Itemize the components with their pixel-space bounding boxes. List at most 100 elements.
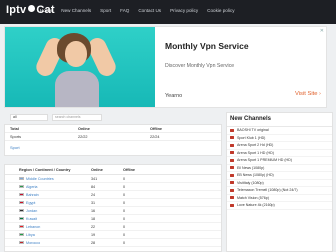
regions-header-row: Region / Continent / Country Online Offl… xyxy=(5,165,221,175)
table-row[interactable]: Jordan 16 0 xyxy=(5,207,221,215)
region-online: 28 xyxy=(91,240,96,245)
region-online: 22 xyxy=(91,224,96,229)
channel-item[interactable]: Sport Klub 1 (HD) xyxy=(227,135,332,142)
region-name: Middle Countries xyxy=(26,176,54,181)
ad-visit-site-link[interactable]: Visit Site › xyxy=(295,91,321,97)
region-name: Egypt xyxy=(26,200,36,205)
table-row[interactable]: Libya 19 0 xyxy=(5,231,221,239)
tv-icon xyxy=(230,188,234,192)
tv-icon xyxy=(230,151,234,155)
stats-row: Sports 22/22 22/24 xyxy=(5,133,221,141)
table-row[interactable]: Kuwait 18 0 xyxy=(5,215,221,223)
region-name: Bahrain xyxy=(26,192,39,197)
nav-contact-us[interactable]: Contact Us xyxy=(138,8,161,13)
stats-header-online: Online xyxy=(78,126,90,131)
stats-header-total: Total xyxy=(10,126,19,131)
region-offline: 0 xyxy=(123,240,126,245)
flag-icon xyxy=(19,208,24,213)
tv-icon xyxy=(230,136,234,140)
flag-icon xyxy=(19,192,24,197)
channel-name: VisitItaly (1080p) xyxy=(237,180,264,185)
channel-name: EB News (1080p) (HD) xyxy=(237,173,274,178)
flag-icon xyxy=(19,216,24,221)
tv-icon xyxy=(230,173,234,177)
region-online: 18 xyxy=(91,216,96,221)
cat-icon xyxy=(28,5,36,12)
region-name: Kuwait xyxy=(26,216,38,221)
table-row[interactable]: Middle Countries 341 0 xyxy=(5,175,221,183)
table-row[interactable]: Egypt 31 0 xyxy=(5,199,221,207)
regions-header-online: Online xyxy=(91,167,103,172)
stats-cell: 22/22 xyxy=(78,134,88,139)
ad-brand: Yearno xyxy=(165,93,183,99)
channel-item[interactable]: EB News (1080p) (HD) xyxy=(227,172,332,180)
channel-item[interactable]: Arena Sport 1 PREMIUM HD (HD) xyxy=(227,157,332,165)
advertisement-banner[interactable]: Monthly Vpn Service Discover Monthly Vpn… xyxy=(4,26,327,108)
nav-faq[interactable]: FAQ xyxy=(120,8,129,13)
channel-name: Arena Sport 1 PREMIUM HD (HD) xyxy=(237,158,292,163)
region-online: 341 xyxy=(91,176,98,181)
ad-cta-label: Visit Site xyxy=(295,91,318,97)
nav-cookie-policy[interactable]: Cookie policy xyxy=(207,8,234,13)
region-name: Libya xyxy=(26,232,35,237)
region-online: 16 xyxy=(91,208,96,213)
tv-icon xyxy=(230,158,234,162)
table-row[interactable]: Lebanon 22 0 xyxy=(5,223,221,231)
top-navbar: Iptv Cat Home New Channels Sport FAQ Cont… xyxy=(0,0,336,24)
flag-icon xyxy=(19,240,24,245)
ad-title: Monthly Vpn Service xyxy=(165,41,249,51)
stats-cell: 22/24 xyxy=(150,134,160,139)
filter-select[interactable]: all xyxy=(10,114,48,121)
nav-home[interactable]: Home xyxy=(40,8,52,13)
ad-close-icon[interactable]: ✕ xyxy=(320,28,324,34)
table-row[interactable]: Bahrain 24 0 xyxy=(5,191,221,199)
ad-photo xyxy=(5,27,155,107)
channel-name: Match Vision (576p) xyxy=(237,195,269,200)
channel-item[interactable]: Arena Sport 2 Hd (HD) xyxy=(227,142,332,150)
channel-item[interactable]: BAOSHI TV original xyxy=(227,127,332,135)
flag-icon xyxy=(19,200,24,205)
nav-new-channels[interactable]: New Channels xyxy=(61,8,91,13)
channel-name: Love Nature 4k (2160p) xyxy=(237,203,275,208)
ad-subtitle: Discover Monthly Vpn Service xyxy=(165,63,235,69)
tv-icon xyxy=(230,143,234,147)
stats-header-row: Total Online Offline xyxy=(5,125,221,133)
tv-icon xyxy=(230,128,234,132)
main-nav: Home New Channels Sport FAQ Contact Us P… xyxy=(40,8,244,13)
region-offline: 0 xyxy=(123,176,126,181)
channel-name: Eil News (1080p) xyxy=(237,165,265,170)
region-name: Morocco xyxy=(26,240,41,245)
region-offline: 0 xyxy=(123,216,126,221)
channel-item[interactable]: Eil News (1080p) xyxy=(227,165,332,172)
channel-item[interactable]: Arena Sport 1 HD (HD) xyxy=(227,150,332,157)
region-offline: 0 xyxy=(123,200,126,205)
channel-name: Telemaxon Tremell (1080p) (Not 24/7) xyxy=(237,188,298,193)
channel-item[interactable]: Telemaxon Tremell (1080p) (Not 24/7) xyxy=(227,187,332,195)
search-input[interactable]: search channels xyxy=(52,114,102,121)
channel-item[interactable]: VisitItaly (1080p) xyxy=(227,180,332,187)
region-online: 19 xyxy=(91,232,96,237)
new-channels-panel: New Channels BAOSHI TV original Sport Kl… xyxy=(226,112,333,252)
tv-icon xyxy=(230,166,234,170)
channel-item[interactable]: Match Vision (576p) xyxy=(227,195,332,202)
flag-icon xyxy=(19,176,24,181)
table-row[interactable]: Morocco 28 0 xyxy=(5,239,221,247)
tv-icon xyxy=(230,203,234,207)
stats-header-offline: Offline xyxy=(150,126,163,131)
flag-icon xyxy=(19,184,24,189)
region-online: 31 xyxy=(91,200,96,205)
nav-sport[interactable]: Sport xyxy=(100,8,111,13)
region-name: Lebanon xyxy=(26,224,41,229)
channel-item[interactable]: Love Nature 4k (2160p) xyxy=(227,202,332,210)
sport-link[interactable]: Sport xyxy=(5,141,221,155)
region-offline: 0 xyxy=(123,232,126,237)
chevron-right-icon: › xyxy=(319,91,321,97)
region-name: Algeria xyxy=(26,184,38,189)
channel-name: Sport Klub 1 (HD) xyxy=(237,135,266,140)
channel-name: BAOSHI TV original xyxy=(237,128,269,133)
region-offline: 0 xyxy=(123,224,126,229)
region-online: 24 xyxy=(91,192,96,197)
region-offline: 0 xyxy=(123,192,126,197)
nav-privacy-policy[interactable]: Privacy policy xyxy=(170,8,198,13)
table-row[interactable]: Algeria 84 0 xyxy=(5,183,221,191)
